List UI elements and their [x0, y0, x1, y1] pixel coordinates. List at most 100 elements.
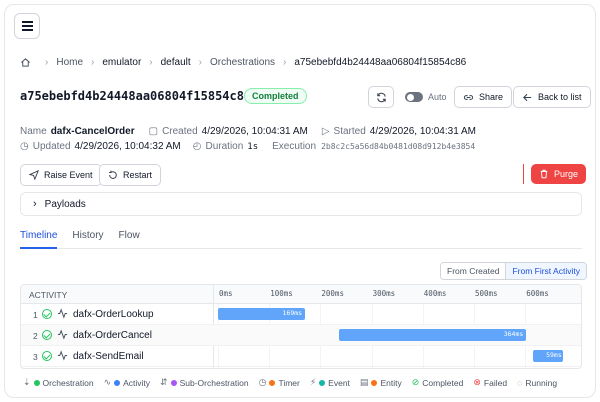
timer-icon: ◷	[258, 377, 267, 387]
legend-completed-label: Completed	[422, 377, 464, 388]
legend-orchestration-label: Orchestration	[42, 377, 94, 388]
timer-dot	[269, 379, 276, 386]
link-icon	[463, 94, 474, 100]
metadata-row-1: Name dafx-CancelOrder ▢ Created 4/29/202…	[20, 126, 476, 137]
failed-icon: ⊗	[473, 377, 481, 387]
back-label: Back to list	[538, 92, 582, 102]
back-to-list-button[interactable]: Back to list	[513, 86, 591, 108]
completed-check-icon	[42, 309, 52, 319]
from-first-activity-option[interactable]: From First Activity	[505, 263, 586, 279]
breadcrumb-default[interactable]: default	[161, 57, 191, 68]
refresh-icon	[376, 92, 386, 102]
page-title: a75ebebfd4b24448aa06804f15854c86	[20, 89, 252, 103]
toggle-switch[interactable]	[405, 92, 423, 102]
activity-icon: ∿	[103, 377, 112, 387]
timeline-row[interactable]: 3 dafx-SendEmail 59ms	[21, 346, 581, 367]
name-label: Name	[20, 126, 47, 137]
timer-icon: ◴	[192, 141, 202, 152]
activity-icon	[57, 350, 68, 361]
restart-button[interactable]: Restart	[99, 164, 162, 186]
activity-name: dafx-OrderLookup	[73, 309, 154, 320]
sub-orchestration-icon: ⇵	[160, 377, 168, 387]
legend-activity: ∿ Activity	[104, 377, 150, 388]
divider	[523, 164, 524, 184]
row-index: 2	[33, 331, 38, 341]
name-value: dafx-CancelOrder	[50, 126, 135, 137]
tick-label: 600ms	[526, 289, 549, 298]
updated-value: 4/29/2026, 10:04:32 AM	[74, 141, 181, 152]
home-icon[interactable]	[20, 57, 31, 68]
legend-activity-label: Activity	[123, 377, 151, 388]
tick-label: 500ms	[475, 289, 498, 298]
row-index: 1	[33, 310, 38, 320]
payloads-section[interactable]: › Payloads	[20, 192, 582, 216]
bar-duration-label: 59ms	[546, 351, 562, 359]
raise-event-label: Raise Event	[44, 170, 93, 180]
orchestration-icon: ⇣	[23, 377, 31, 387]
restart-label: Restart	[123, 170, 153, 180]
legend-timer: ◷ Timer	[259, 377, 300, 388]
auto-refresh-toggle[interactable]: Auto	[397, 86, 455, 108]
menu-icon[interactable]	[14, 13, 40, 39]
duration-label: Duration	[205, 141, 244, 152]
refresh-button[interactable]	[368, 86, 394, 108]
entity-dot	[371, 379, 378, 386]
tick-label: 200ms	[321, 289, 344, 298]
status-badge: Completed	[244, 88, 307, 104]
tick-label: 100ms	[270, 289, 293, 298]
legend-completed: ⊘ Completed	[412, 377, 464, 388]
created-value: 4/29/2026, 10:04:31 AM	[201, 126, 308, 137]
play-icon: ▷	[321, 126, 330, 137]
activity-name: dafx-SendEmail	[73, 351, 144, 362]
started-label: Started	[333, 126, 366, 137]
breadcrumb-orchestrations[interactable]: Orchestrations	[210, 57, 275, 68]
legend-entity: ▤ Entity	[360, 377, 402, 388]
event-dot	[319, 379, 326, 386]
chevron-right-icon: ›	[91, 57, 95, 68]
breadcrumb-current: a75ebebfd4b24448aa06804f15854c86	[294, 57, 467, 68]
raise-event-button[interactable]: Raise Event	[20, 164, 102, 186]
legend-entity-label: Entity	[380, 377, 402, 388]
orchestration-dot	[33, 379, 40, 386]
share-button[interactable]: Share	[454, 86, 513, 108]
execution-label: Execution	[272, 141, 317, 152]
share-label: Share	[479, 92, 504, 102]
timeline-row[interactable]: 1 dafx-OrderLookup 169ms	[21, 304, 581, 325]
breadcrumb-home[interactable]: Home	[56, 57, 83, 68]
execution-value: 2b8c2c5a56d84b0481d08d912b4e3854	[321, 142, 476, 151]
tab-flow[interactable]: Flow	[119, 227, 140, 249]
tick-label: 0ms	[219, 289, 233, 298]
legend-failed-label: Failed	[483, 377, 508, 388]
breadcrumb-emulator[interactable]: emulator	[102, 57, 141, 68]
chevron-right-icon: ›	[198, 57, 202, 68]
activity-bar[interactable]	[339, 329, 526, 341]
started-value: 4/29/2026, 10:04:31 AM	[369, 126, 476, 137]
timeline-chart: ACTIVITY 0ms 100ms 200ms 300ms 400ms 500ms 600…	[20, 284, 582, 369]
tab-history[interactable]: History	[72, 227, 103, 249]
created-label: Created	[162, 126, 198, 137]
duration-value: 1s	[247, 141, 259, 152]
chevron-right-icon: ›	[33, 198, 37, 210]
legend-failed: ⊗ Failed	[473, 377, 507, 388]
tick-label: 400ms	[423, 289, 447, 298]
tab-timeline[interactable]: Timeline	[20, 227, 58, 249]
activity-icon	[57, 308, 68, 319]
from-created-option[interactable]: From Created	[441, 263, 506, 279]
legend-event-label: Event	[328, 377, 350, 388]
chevron-right-icon: ›	[149, 57, 153, 68]
legend-orchestration: ⇣ Orchestration	[23, 377, 94, 388]
updated-label: Updated	[32, 141, 71, 152]
sub-orchestration-dot	[170, 379, 177, 386]
bar-duration-label: 364ms	[503, 330, 524, 338]
timeline-mode-toggle: From Created From First Activity	[440, 262, 587, 280]
purge-button[interactable]: Purge	[531, 164, 587, 184]
restart-icon	[109, 170, 117, 179]
tab-bar: Timeline History Flow	[20, 227, 582, 249]
completed-icon: ⊘	[411, 377, 420, 387]
running-icon: ◌	[517, 377, 523, 388]
timeline-row[interactable]: 2 dafx-OrderCancel 364ms	[21, 325, 581, 346]
metadata-row-2: ◷ Updated 4/29/2026, 10:04:32 AM ◴ Durat…	[20, 141, 475, 152]
legend-timer-label: Timer	[278, 377, 300, 388]
legend-sub-orchestration-label: Sub-Orchestration	[179, 377, 249, 388]
legend: ⇣ Orchestration ∿ Activity ⇵ Sub-Orchest…	[23, 377, 567, 388]
